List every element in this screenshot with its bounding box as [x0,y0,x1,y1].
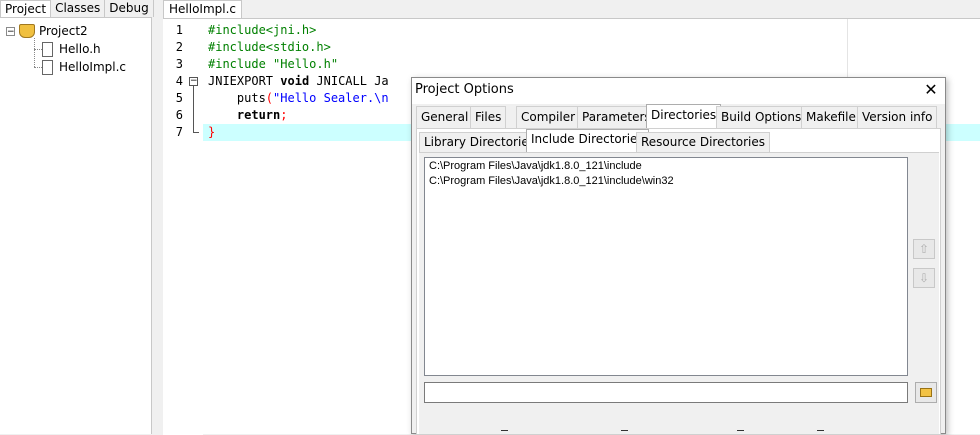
subtab-resource-directories[interactable]: Resource Directories [636,132,771,152]
tab-project[interactable]: Project [0,0,52,17]
project-panel: Project Classes Debug − Project2 Hello.h… [0,0,155,434]
code-line: puts("Hello Sealer.\n [208,90,389,107]
tab-build-options[interactable]: Build Options [716,106,807,128]
tree-connector [34,49,42,50]
directory-path-input[interactable] [424,382,908,403]
dialog-title: Project Options [415,82,514,97]
code-token: JNIEXPORT [208,74,274,88]
code-symbol: ( [265,91,274,105]
move-down-icon[interactable]: ⇩ [913,268,935,288]
line-number-gutter: 1 2 3 4 5 6 7 − [163,19,203,435]
line-number: 1 [175,23,183,37]
project-tree: − Project2 Hello.h HelloImpl.c [0,17,152,434]
list-item[interactable]: C:\Program Files\Java\jdk1.8.0_121\inclu… [429,174,674,189]
button-edge [501,430,508,431]
tree-item-label: HelloImpl.c [59,60,127,74]
tab-debug[interactable]: Debug [105,0,154,17]
tree-item-file[interactable]: Hello.h [42,40,101,58]
code-keyword: void [280,74,310,88]
project-options-dialog: Project Options ✕ General Files Compiler… [411,77,946,435]
code-line: JNIEXPORT void JNICALL Ja [208,73,389,90]
code-token: puts [208,91,266,105]
line-number: 5 [175,91,183,105]
tree-item-project[interactable]: − Project2 [6,22,88,40]
move-up-icon[interactable]: ⇧ [913,239,935,259]
project-icon [19,24,35,38]
tree-connector [34,38,35,67]
code-line: } [208,125,216,139]
file-icon [42,59,53,75]
code-line: return; [208,107,288,124]
code-line: #include<stdio.h> [208,40,331,54]
include-directories-panel: C:\Program Files\Java\jdk1.8.0_121\inclu… [419,152,939,434]
list-item[interactable]: C:\Program Files\Java\jdk1.8.0_121\inclu… [429,159,642,174]
tab-general[interactable]: General [416,106,474,128]
code-line: #include<jni.h> [208,23,317,37]
subtab-library-directories[interactable]: Library Directories [419,132,540,152]
code-symbol: ; [280,108,288,122]
tab-version-info[interactable]: Version info [857,106,938,128]
tree-connector [34,67,42,68]
line-number: 3 [175,57,183,71]
tab-files[interactable]: Files [470,106,507,128]
panel-tabs: Project Classes Debug [0,0,155,17]
dialog-titlebar[interactable]: Project Options ✕ [412,78,945,104]
directories-panel: Library Directories Include Directories … [416,128,941,435]
subtab-include-directories[interactable]: Include Directories [526,129,649,152]
tab-compiler[interactable]: Compiler [516,106,581,128]
tab-makefile[interactable]: Makefile [801,106,861,128]
tree-item-file[interactable]: HelloImpl.c [42,58,126,76]
fold-collapse-icon[interactable]: − [189,77,198,86]
line-number: 4 [175,74,183,88]
code-token: JNICALL Ja [309,74,389,88]
tree-item-label: Project2 [39,24,88,38]
editor-tab-helloimpl[interactable]: HelloImpl.c [163,0,243,18]
button-edge [621,430,628,431]
code-string: "Hello Sealer.\n [273,91,389,105]
tab-parameters[interactable]: Parameters [577,106,656,128]
button-edge [817,430,824,431]
line-number: 2 [175,40,183,54]
line-number: 6 [175,108,183,122]
line-number: 7 [175,125,183,139]
fold-end [193,132,199,133]
browse-folder-button[interactable] [915,382,937,403]
file-icon [42,41,53,57]
tree-item-label: Hello.h [59,42,101,56]
collapse-icon[interactable]: − [6,26,15,36]
code-line: #include "Hello.h" [208,57,339,71]
fold-line [193,86,194,133]
directory-list[interactable]: C:\Program Files\Java\jdk1.8.0_121\inclu… [424,157,908,376]
code-keyword: return [208,108,281,122]
tab-directories[interactable]: Directories [646,104,722,129]
button-edge [737,430,744,431]
tab-classes[interactable]: Classes [51,0,106,17]
close-icon[interactable]: ✕ [920,80,942,102]
folder-icon [920,388,932,397]
